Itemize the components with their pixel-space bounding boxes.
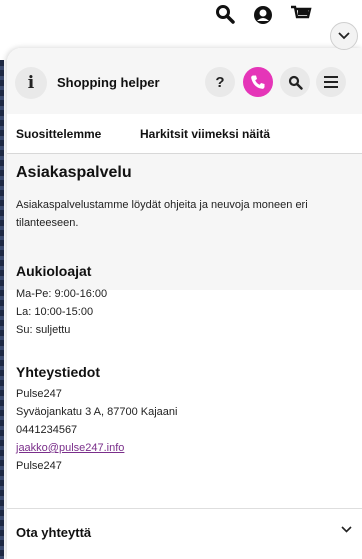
info-icon: i	[27, 73, 35, 93]
contact-phone: 0441234567	[16, 424, 78, 436]
search-icon[interactable]	[215, 4, 235, 30]
chevron-down-icon	[341, 526, 352, 533]
widget-title: Shopping helper	[57, 75, 160, 90]
phone-button[interactable]	[243, 67, 273, 97]
contact-us-label: Ota yhteyttä	[16, 525, 92, 540]
site-header	[0, 0, 362, 40]
search-icon	[288, 75, 303, 90]
help-button[interactable]: ?	[205, 67, 235, 97]
menu-icon	[324, 76, 338, 88]
page-edge	[0, 60, 4, 559]
opening-hours-sunday: Su: suljettu	[16, 324, 71, 336]
shopping-helper-panel: i Shopping helper ? Suosittelemme Harkit…	[7, 48, 362, 559]
contact-company: Pulse247	[16, 460, 62, 472]
contact-info-title: Yhteystiedot	[16, 364, 101, 380]
widget-header: i Shopping helper ?	[7, 48, 362, 114]
tab-recommended[interactable]: Suosittelemme	[16, 127, 101, 141]
phone-icon	[251, 75, 265, 89]
account-icon[interactable]	[252, 4, 274, 32]
customer-service-description: Asiakaspalvelustamme löydät ohjeita ja n…	[16, 199, 308, 229]
contact-name: Pulse247	[16, 388, 62, 400]
contact-us-accordion[interactable]: Ota yhteyttä	[7, 508, 362, 559]
help-icon: ?	[215, 73, 225, 91]
opening-hours-title: Aukioloajat	[16, 263, 92, 279]
chevron-down-icon	[338, 32, 350, 40]
cart-icon[interactable]	[290, 4, 312, 30]
collapse-widget-button[interactable]	[330, 22, 358, 50]
opening-hours-saturday: La: 10:00-15:00	[16, 306, 94, 318]
customer-service-title: Asiakaspalvelu	[16, 164, 132, 181]
menu-button[interactable]	[316, 67, 346, 97]
contact-email-link[interactable]: jaakko@pulse247.info	[16, 442, 124, 454]
widget-tabs: Suosittelemme Harkitsit viimeksi näitä	[7, 114, 362, 154]
tab-recently-viewed[interactable]: Harkitsit viimeksi näitä	[140, 127, 270, 141]
info-button[interactable]: i	[15, 67, 47, 99]
opening-hours-weekdays: Ma-Pe: 9:00-16:00	[16, 288, 108, 300]
contact-address: Syväojankatu 3 A, 87700 Kajaani	[16, 406, 178, 418]
contact-email-line: jaakko@pulse247.info	[16, 442, 124, 454]
search-button[interactable]	[280, 67, 310, 97]
